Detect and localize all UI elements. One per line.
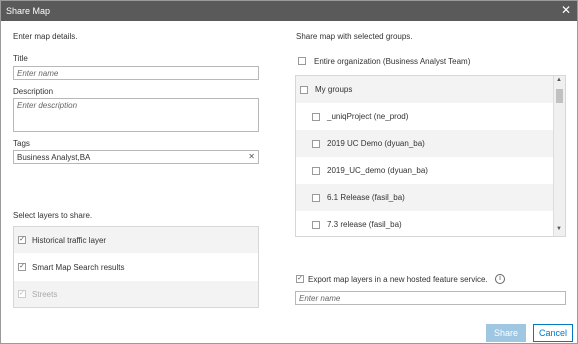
group-item-7-3-release[interactable]: 7.3 release (fasil_ba) (296, 211, 554, 236)
group-item-2019-uc-demo[interactable]: 2019 UC Demo (dyuan_ba) (296, 130, 554, 157)
groups-list: My groups _uniqProject (ne_prod) 2019 UC… (295, 75, 566, 237)
checkbox-checked-icon[interactable]: ✓ (18, 263, 26, 271)
export-label: Export map layers in a new hosted featur… (308, 275, 488, 284)
description-textarea[interactable]: Enter description (13, 98, 259, 132)
group-label: 2019_UC_demo (dyuan_ba) (327, 166, 428, 175)
checkbox-disabled-icon: ✓ (18, 290, 26, 298)
layer-label: Streets (32, 290, 58, 299)
groups-scrollbar[interactable]: ▲ ▼ (553, 76, 565, 236)
group-item-6-1-release[interactable]: 6.1 Release (fasil_ba) (296, 184, 554, 211)
dialog-titlebar: Share Map ✕ (1, 1, 577, 21)
export-option[interactable]: ✓ Export map layers in a new hosted feat… (296, 274, 568, 286)
layer-item-historical-traffic[interactable]: ✓ Historical traffic layer (14, 227, 258, 253)
tags-label: Tags (13, 139, 30, 148)
group-label: 6.1 Release (fasil_ba) (327, 193, 405, 202)
group-item-2019-uc-demo-underscore[interactable]: 2019_UC_demo (dyuan_ba) (296, 157, 554, 184)
checkbox-icon[interactable] (298, 57, 306, 65)
checkbox-icon[interactable] (312, 221, 320, 229)
checkbox-checked-icon[interactable]: ✓ (18, 236, 26, 244)
checkbox-icon[interactable] (312, 113, 320, 121)
checkbox-icon[interactable] (312, 194, 320, 202)
checkbox-icon[interactable] (312, 167, 320, 175)
title-placeholder: Enter name (17, 69, 59, 78)
share-button[interactable]: Share (486, 324, 526, 342)
group-label: _uniqProject (ne_prod) (327, 112, 409, 121)
info-icon[interactable]: i (495, 274, 505, 284)
tags-input[interactable]: Business Analyst,BA ✕ (13, 150, 259, 164)
group-label: My groups (315, 85, 353, 94)
entire-organization-option[interactable]: Entire organization (Business Analyst Te… (298, 56, 568, 68)
description-placeholder: Enter description (17, 101, 78, 110)
layers-list: ✓ Historical traffic layer ✓ Smart Map S… (13, 226, 259, 308)
layer-label: Smart Map Search results (32, 263, 125, 272)
dialog-title: Share Map (6, 6, 51, 16)
title-label: Title (13, 54, 28, 63)
export-name-placeholder: Enter name (299, 294, 341, 303)
checkbox-icon[interactable] (300, 86, 308, 94)
title-input[interactable]: Enter name (13, 66, 259, 80)
layer-item-streets: ✓ Streets (14, 281, 258, 307)
clear-tags-icon[interactable]: ✕ (248, 152, 255, 161)
checkbox-checked-icon[interactable]: ✓ (296, 275, 304, 283)
scrollbar-thumb[interactable] (556, 89, 563, 103)
layer-item-smart-map-search[interactable]: ✓ Smart Map Search results (14, 254, 258, 280)
layers-heading: Select layers to share. (13, 211, 93, 220)
group-label: 7.3 release (fasil_ba) (327, 220, 402, 229)
groups-heading: Share map with selected groups. (296, 32, 413, 41)
tags-value: Business Analyst,BA (17, 153, 91, 162)
layer-label: Historical traffic layer (32, 236, 107, 245)
scroll-down-icon[interactable]: ▼ (556, 226, 562, 232)
export-name-input[interactable]: Enter name (295, 291, 566, 305)
entire-organization-label: Entire organization (Business Analyst Te… (314, 57, 471, 66)
share-map-dialog: Share Map ✕ Enter map details. Title Ent… (0, 0, 578, 344)
description-label: Description (13, 87, 54, 96)
map-details-heading: Enter map details. (13, 32, 78, 41)
group-label: 2019 UC Demo (dyuan_ba) (327, 139, 425, 148)
cancel-button[interactable]: Cancel (533, 324, 573, 342)
group-item-my-groups[interactable]: My groups (296, 76, 554, 103)
checkbox-icon[interactable] (312, 140, 320, 148)
close-icon[interactable]: ✕ (561, 4, 571, 16)
group-item-uniqproject[interactable]: _uniqProject (ne_prod) (296, 103, 554, 130)
scroll-up-icon[interactable]: ▲ (556, 77, 562, 83)
